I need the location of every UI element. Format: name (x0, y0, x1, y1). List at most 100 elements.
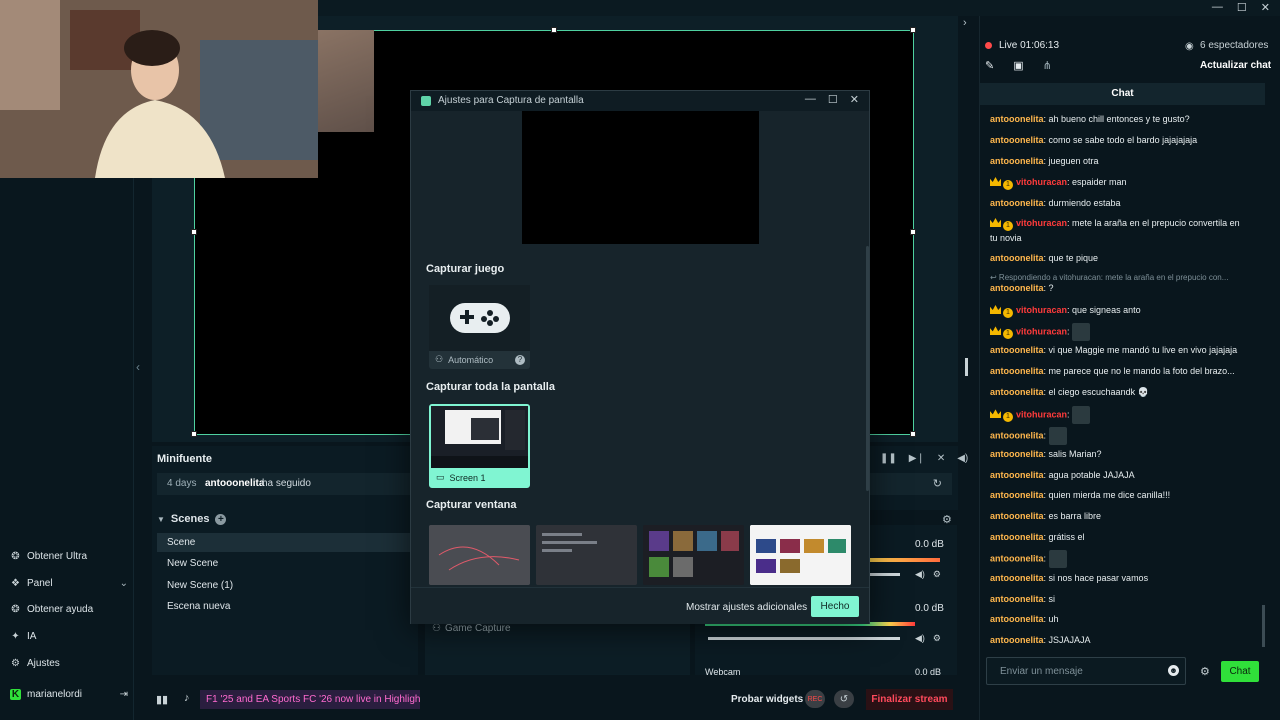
chat-settings-icon[interactable]: ⚙ (1200, 665, 1210, 678)
collapse-left-icon[interactable]: ‹ (136, 360, 140, 374)
screen-capture-card[interactable]: ▭ Screen 1 (429, 404, 530, 488)
chat-username[interactable]: antooonelita (990, 635, 1044, 645)
refresh-chat-button[interactable]: Actualizar chat (1200, 60, 1271, 71)
clip-icon[interactable]: ▣ (1013, 59, 1023, 72)
chat-message[interactable]: antooonelita: el ciego escuchaandk 💀 (990, 385, 1255, 399)
chat-input[interactable]: Enviar un mensaje ☻ (986, 657, 1186, 685)
chat-message[interactable]: antooonelita: que te pique (990, 251, 1255, 265)
chat-message[interactable]: 1 vitohuracan: (990, 323, 1255, 341)
nav-item-help[interactable]: ❂ Obtener ayuda (10, 604, 128, 615)
done-button[interactable]: Hecho (811, 596, 859, 617)
chat-username[interactable]: antooonelita (990, 283, 1044, 293)
chat-username[interactable]: antooonelita (990, 387, 1044, 397)
chat-username[interactable]: antooonelita (990, 345, 1044, 355)
end-stream-button[interactable]: Finalizar stream (866, 689, 953, 710)
close-icon[interactable]: ✕ (850, 93, 859, 106)
test-widgets-button[interactable]: Probar widgets (731, 694, 803, 705)
chat-username[interactable]: antooonelita (990, 135, 1044, 145)
chat-username[interactable]: antooonelita (990, 490, 1044, 500)
stats-icon[interactable]: ▮▮ (156, 693, 168, 706)
chat-username[interactable]: antooonelita (990, 614, 1044, 624)
chat-message[interactable]: antooonelita: uh (990, 612, 1255, 626)
resize-handle[interactable] (910, 431, 916, 437)
window-thumbnail[interactable] (536, 525, 637, 585)
nav-item-ai[interactable]: ✦ IA (10, 631, 128, 642)
replay-buffer-button[interactable]: ↺ (834, 690, 854, 708)
chat-username[interactable]: antooonelita (990, 430, 1044, 440)
add-scene-icon[interactable]: + (215, 513, 227, 525)
chat-message[interactable]: antooonelita: jueguen otra (990, 154, 1255, 168)
nav-item-settings[interactable]: ⚙ Ajustes (10, 658, 128, 669)
chat-message[interactable]: 1 vitohuracan: que signeas anto (990, 303, 1255, 318)
mute-icon[interactable]: ◀) (915, 569, 925, 580)
scene-item[interactable]: Scene (157, 533, 413, 552)
chat-message[interactable]: antooonelita: ah bueno chill entonces y … (990, 112, 1255, 126)
chat-username[interactable]: antooonelita (990, 366, 1044, 376)
chat-username[interactable]: antooonelita (990, 114, 1044, 124)
chat-username[interactable]: antooonelita (990, 198, 1044, 208)
maximize-icon[interactable]: ☐ (828, 93, 838, 106)
resize-handle[interactable] (191, 229, 197, 235)
resize-handle[interactable] (191, 431, 197, 437)
news-banner[interactable]: F1 '25 and EA Sports FC '26 now live in … (200, 690, 420, 709)
nav-user[interactable]: Kmarianelordi ⇥ (10, 689, 128, 700)
mute-alerts-icon[interactable]: ✕ (937, 453, 945, 464)
splitter-handle[interactable] (965, 358, 968, 376)
chat-username[interactable]: antooonelita (990, 594, 1044, 604)
resize-handle[interactable] (551, 27, 557, 33)
chat-message[interactable]: antooonelita: quien mierda me dice canil… (990, 488, 1255, 502)
chat-message[interactable]: antooonelita: me parece que no le mando … (990, 364, 1255, 378)
scene-item[interactable]: New Scene (1) (157, 576, 413, 595)
chat-username[interactable]: antooonelita (990, 532, 1044, 542)
notification-icon[interactable]: ♪ (184, 692, 190, 704)
chat-message[interactable]: 1 vitohuracan: (990, 406, 1255, 424)
nav-item-panel[interactable]: ❖ Panel ⌄ (10, 578, 128, 589)
volume-slider[interactable] (870, 573, 900, 576)
nav-item-ultra[interactable]: ❂ Obtener Ultra (10, 551, 128, 562)
chat-message[interactable]: antooonelita: JSJAJAJA (990, 633, 1255, 647)
chat-username[interactable]: vitohuracan (1016, 218, 1067, 228)
chat-username[interactable]: antooonelita (990, 470, 1044, 480)
record-button[interactable]: REC (805, 690, 825, 708)
dialog-scrollbar[interactable] (866, 246, 869, 491)
chat-message[interactable]: antooonelita: es barra libre (990, 509, 1255, 523)
share-icon[interactable]: ⋔ (1043, 59, 1052, 72)
chat-username[interactable]: vitohuracan (1016, 305, 1067, 315)
refresh-icon[interactable]: ↻ (933, 477, 942, 490)
chat-username[interactable]: antooonelita (990, 156, 1044, 166)
more-settings-button[interactable]: Mostrar ajustes adicionales (686, 602, 807, 613)
window-thumbnail[interactable] (750, 525, 851, 585)
minimize-icon[interactable]: — (805, 93, 816, 106)
window-thumbnail[interactable] (429, 525, 530, 585)
game-capture-card[interactable]: ⚇ Automático ? (429, 285, 530, 369)
volume-icon[interactable]: ◀) (957, 453, 968, 464)
gear-icon[interactable]: ⚙ (933, 633, 941, 644)
source-item[interactable]: ⚇ Game Capture (432, 623, 511, 634)
maximize-button[interactable]: ☐ (1237, 1, 1247, 14)
emoji-icon[interactable]: ☻ (1168, 665, 1179, 676)
chat-username[interactable]: vitohuracan (1016, 326, 1067, 336)
chat-message[interactable]: antooonelita: (990, 427, 1255, 445)
chat-message[interactable]: 1 vitohuracan: espaider man (990, 175, 1255, 190)
logout-icon[interactable]: ⇥ (120, 689, 128, 700)
mixer-settings-icon[interactable]: ⚙ (942, 513, 952, 526)
chat-username[interactable]: vitohuracan (1016, 409, 1067, 419)
send-chat-button[interactable]: Chat (1221, 661, 1259, 682)
resize-handle[interactable] (910, 229, 916, 235)
chat-username[interactable]: vitohuracan (1016, 177, 1067, 187)
chat-username[interactable]: antooonelita (990, 253, 1044, 263)
chat-message[interactable]: antooonelita: ? (990, 281, 1255, 295)
chat-message[interactable]: antooonelita: (990, 550, 1255, 568)
mute-icon[interactable]: ◀) (915, 633, 925, 644)
chat-message[interactable]: antooonelita: agua potable JAJAJA (990, 468, 1255, 482)
window-thumbnail[interactable] (643, 525, 744, 585)
skip-icon[interactable]: ▶❘ (909, 453, 925, 464)
chat-username[interactable]: antooonelita (990, 511, 1044, 521)
close-button[interactable]: ✕ (1261, 1, 1270, 14)
edit-icon[interactable]: ✎ (985, 59, 994, 72)
chat-scrollbar[interactable] (1262, 605, 1265, 647)
chat-message[interactable]: 1 vitohuracan: mete la araña en el prepuc… (990, 216, 1255, 245)
chat-username[interactable]: antooonelita (990, 573, 1044, 583)
scene-item[interactable]: New Scene (157, 554, 413, 573)
pause-icon[interactable]: ❚❚ (880, 453, 897, 464)
